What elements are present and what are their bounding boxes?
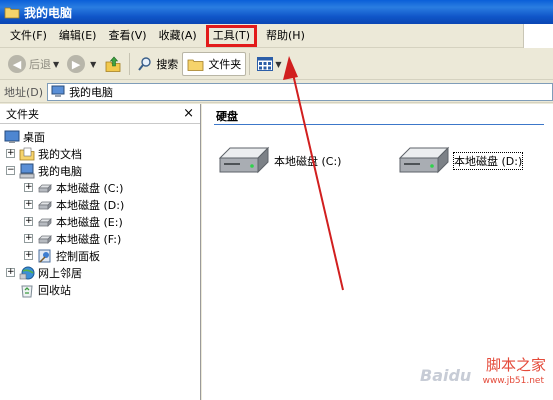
drive-icon <box>38 200 52 210</box>
menu-file[interactable]: 文件(F) <box>4 26 53 46</box>
back-label: 后退 <box>29 58 51 71</box>
hard-drive-icon <box>218 146 270 174</box>
expand-icon[interactable]: + <box>6 149 15 158</box>
tree-item-my-computer[interactable]: − 我的电脑 <box>0 162 200 179</box>
watermark-brand: 脚本之家 <box>485 356 546 374</box>
forward-button[interactable]: ▶ ▼ <box>63 52 100 76</box>
folder-tree: 桌面 + 我的文档 − 我的电脑 + 本地磁盘 (C:) + 本地磁盘 (D:)… <box>0 124 200 298</box>
drive-label: 本地磁盘 (D:) <box>452 152 524 170</box>
tree-item-label: 本地磁盘 (E:) <box>56 215 123 229</box>
recycle-bin-icon <box>21 285 33 297</box>
expand-icon[interactable]: + <box>24 217 33 226</box>
window-title: 我的电脑 <box>24 5 73 20</box>
folders-label: 文件夹 <box>208 58 242 71</box>
menu-favorites[interactable]: 收藏(A) <box>153 26 203 46</box>
drive-icon <box>38 234 52 244</box>
windows-logo-icon <box>523 23 553 48</box>
tree-item-label: 控制面板 <box>56 249 100 263</box>
tree-item-label: 本地磁盘 (D:) <box>56 198 125 212</box>
search-button[interactable]: 搜索 <box>133 52 182 76</box>
views-button[interactable]: ▼ <box>253 52 285 76</box>
up-folder-icon <box>105 56 121 72</box>
folder-pane: 文件夹 × 桌面 + 我的文档 − 我的电脑 + 本地磁盘 (C:) + 本地磁… <box>0 104 201 400</box>
forward-arrow-icon: ▶ <box>67 55 86 73</box>
menu-tools[interactable]: 工具(T) <box>205 24 258 47</box>
expand-icon[interactable]: + <box>24 234 33 243</box>
chevron-down-icon[interactable]: ▼ <box>275 60 281 69</box>
tree-item-network-places[interactable]: + 网上邻居 <box>0 264 200 281</box>
tree-item-label: 回收站 <box>38 283 71 297</box>
toolbar-separator <box>249 53 251 75</box>
up-folder-button[interactable] <box>100 52 126 76</box>
watermark-url: www.jb51.net <box>482 376 544 386</box>
tree-item-drive-e[interactable]: + 本地磁盘 (E:) <box>0 213 200 230</box>
tree-item-label: 本地磁盘 (C:) <box>56 181 124 195</box>
expand-icon[interactable]: + <box>24 183 33 192</box>
toolbar-separator <box>129 53 131 75</box>
search-label: 搜索 <box>156 58 179 71</box>
drive-icon <box>38 217 52 227</box>
close-icon[interactable]: × <box>183 106 194 121</box>
network-places-icon <box>19 266 35 279</box>
group-divider <box>214 124 544 125</box>
folder-icon <box>4 7 20 19</box>
address-label: 地址(D) <box>4 85 44 99</box>
collapse-icon[interactable]: − <box>6 166 15 175</box>
menu-bar: 文件(F) 编辑(E) 查看(V) 收藏(A) 工具(T) 帮助(H) <box>0 23 553 48</box>
drive-icon <box>38 183 52 193</box>
address-bar: 地址(D) 我的电脑 <box>0 81 553 103</box>
menu-help[interactable]: 帮助(H) <box>260 26 311 46</box>
menu-view[interactable]: 查看(V) <box>102 26 152 46</box>
watermark: Baidu 脚本之家 www.jb51.net <box>420 352 550 398</box>
address-input[interactable]: 我的电脑 <box>47 82 553 101</box>
tree-item-recycle-bin[interactable]: 回收站 <box>0 281 200 298</box>
chevron-down-icon[interactable]: ▼ <box>53 60 59 69</box>
expand-icon[interactable]: + <box>6 268 15 277</box>
tree-item-drive-d[interactable]: + 本地磁盘 (D:) <box>0 196 200 213</box>
hard-drive-icon <box>398 146 450 174</box>
back-arrow-icon: ◀ <box>8 55 26 73</box>
watermark-baidu: Baidu <box>420 366 472 385</box>
tree-item-label: 桌面 <box>23 130 45 144</box>
tree-item-label: 网上邻居 <box>38 266 82 280</box>
tree-item-label: 本地磁盘 (F:) <box>56 232 122 246</box>
group-title-hard-disks: 硬盘 <box>216 110 238 123</box>
folders-button[interactable]: 文件夹 <box>182 52 247 76</box>
tree-item-my-documents[interactable]: + 我的文档 <box>0 145 200 162</box>
tree-item-label: 我的电脑 <box>38 164 82 178</box>
search-icon <box>138 57 152 71</box>
my-computer-icon <box>51 85 65 97</box>
chevron-down-icon[interactable]: ▼ <box>90 60 96 69</box>
folder-icon <box>187 59 204 71</box>
tree-item-label: 我的文档 <box>38 147 82 161</box>
views-grid-icon <box>257 57 274 71</box>
desktop-icon <box>4 130 20 143</box>
folder-pane-title: 文件夹 <box>6 107 39 121</box>
expand-icon[interactable]: + <box>24 200 33 209</box>
expand-icon[interactable]: + <box>24 251 33 260</box>
title-bar: 我的电脑 <box>0 0 553 24</box>
toolbar: ◀ 后退 ▼ ▶ ▼ 搜索 文件夹 ▼ <box>0 49 553 80</box>
my-computer-icon <box>19 163 35 178</box>
back-button[interactable]: ◀ 后退 ▼ <box>4 52 63 76</box>
tree-item-drive-f[interactable]: + 本地磁盘 (F:) <box>0 230 200 247</box>
tree-item-desktop[interactable]: 桌面 <box>0 128 200 145</box>
my-documents-icon <box>19 147 35 160</box>
control-panel-icon <box>38 249 51 263</box>
drive-item-c[interactable]: 本地磁盘 (C:) <box>218 144 341 178</box>
folder-pane-header: 文件夹 × <box>0 104 200 124</box>
tree-item-drive-c[interactable]: + 本地磁盘 (C:) <box>0 179 200 196</box>
drive-label: 本地磁盘 (C:) <box>274 155 342 168</box>
menu-edit[interactable]: 编辑(E) <box>53 26 103 46</box>
tree-item-control-panel[interactable]: + 控制面板 <box>0 247 200 264</box>
drive-item-d[interactable]: 本地磁盘 (D:) <box>398 144 524 178</box>
address-value: 我的电脑 <box>69 85 114 99</box>
